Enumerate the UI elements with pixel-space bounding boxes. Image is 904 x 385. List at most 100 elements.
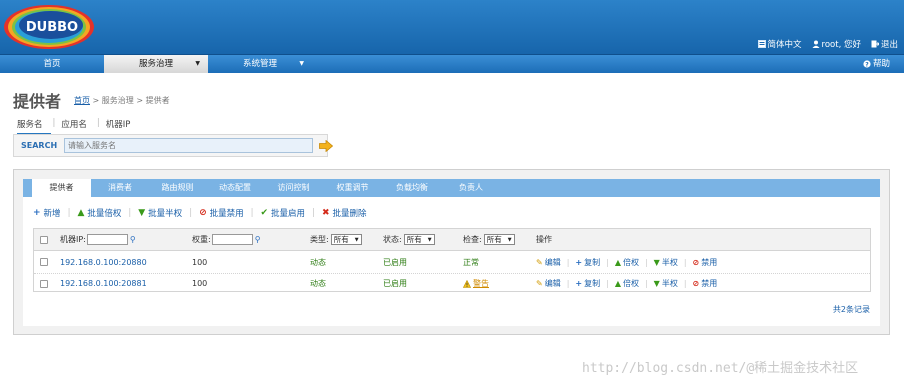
- search-icon[interactable]: ⚲: [130, 235, 136, 244]
- check-warning-link[interactable]: 警告: [473, 278, 489, 289]
- provider-address-link[interactable]: 192.168.0.100:20881: [60, 274, 147, 293]
- copy-button[interactable]: + 复制: [575, 257, 600, 268]
- disable-button-label: 禁用: [701, 279, 718, 288]
- delete-icon: ✖: [321, 208, 330, 218]
- tab-weights[interactable]: 权重调节: [323, 179, 382, 197]
- help-link[interactable]: ? 帮助: [863, 55, 890, 73]
- batch-double-weight-label: 批量倍权: [87, 209, 122, 219]
- batch-disable-label: 批量禁用: [209, 209, 244, 219]
- chevron-down-icon: ▼: [427, 236, 432, 243]
- type-filter-select[interactable]: 所有 ▼: [330, 234, 362, 245]
- nav-item-service-governance-label: 服务治理: [138, 59, 173, 69]
- dubbo-logo[interactable]: DUBBO: [3, 3, 99, 51]
- batch-delete-button[interactable]: ✖ 批量删除: [322, 207, 367, 219]
- divider: |: [644, 257, 648, 267]
- weight-filter-cell: 权重: ⚲: [192, 229, 261, 250]
- search-tab-application[interactable]: 应用名: [61, 118, 95, 135]
- logout-link[interactable]: 退出: [871, 38, 898, 50]
- disable-button-label: 禁用: [701, 257, 718, 267]
- arrow-up-icon: ▲: [614, 279, 621, 288]
- search-input[interactable]: [64, 138, 313, 153]
- nav-item-system-management[interactable]: 系统管理 ▼: [208, 55, 312, 73]
- copy-button[interactable]: + 复制: [575, 278, 600, 289]
- app-header: DUBBO 简体中文 root, 您好 退出: [0, 0, 904, 54]
- tab-load-balance[interactable]: 负载均衡: [382, 179, 442, 197]
- disable-button[interactable]: ⊘ 禁用: [693, 257, 718, 268]
- divider: |: [67, 208, 71, 218]
- provider-type: 动态: [310, 257, 326, 267]
- row-checkbox[interactable]: [40, 279, 48, 288]
- double-weight-button[interactable]: ▲ 倍权: [615, 257, 639, 268]
- divider: |: [644, 279, 648, 288]
- half-weight-button[interactable]: ▼ 半权: [654, 257, 678, 268]
- logout-icon: [871, 40, 879, 48]
- row-operations: ✎ 编辑 | + 复制 | ▲ 倍权 | ▼ 半权 | ⊘ 禁用: [536, 274, 717, 293]
- select-all-checkbox[interactable]: [40, 235, 48, 244]
- breadcrumb-home-link[interactable]: 首页: [74, 96, 90, 105]
- nav-item-home[interactable]: 首页: [0, 55, 104, 73]
- language-link[interactable]: 简体中文: [757, 38, 802, 50]
- edit-button[interactable]: ✎ 编辑: [536, 278, 561, 289]
- batch-enable-button[interactable]: ✔ 批量启用: [261, 207, 306, 219]
- double-weight-button[interactable]: ▲ 倍权: [615, 278, 639, 289]
- half-weight-button[interactable]: ▼ 半权: [654, 278, 678, 289]
- language-link-label: 简体中文: [767, 40, 802, 50]
- language-icon: [757, 40, 766, 48]
- provider-type: 动态: [310, 279, 326, 288]
- divider: |: [683, 279, 687, 288]
- plus-icon: +: [575, 257, 583, 267]
- divider: |: [312, 208, 315, 218]
- chevron-down-icon: ▼: [507, 236, 512, 243]
- provider-status: 已启用: [383, 257, 407, 267]
- status-filter-label: 状态:: [383, 235, 402, 244]
- weight-filter-input[interactable]: [211, 234, 253, 245]
- tab-providers[interactable]: 提供者: [32, 179, 91, 197]
- edit-button[interactable]: ✎ 编辑: [536, 257, 561, 268]
- tab-dynamic-config[interactable]: 动态配置: [206, 179, 264, 197]
- add-button-label: 新增: [43, 209, 61, 219]
- half-weight-label: 半权: [661, 279, 678, 288]
- row-operations: ✎ 编辑 | + 复制 | ▲ 倍权 | ▼ 半权 | ⊘ 禁用: [536, 251, 717, 273]
- watermark: http://blog.csdn.net/@稀土掘金技术社区: [582, 361, 859, 376]
- chevron-down-icon: ▼: [354, 236, 359, 243]
- nav-item-service-governance[interactable]: 服务治理 ▼: [104, 55, 208, 73]
- half-weight-label: 半权: [661, 257, 678, 267]
- tab-consumers[interactable]: 消费者: [91, 179, 149, 197]
- tab-access-control[interactable]: 访问控制: [264, 179, 323, 197]
- check-icon: ✔: [260, 208, 269, 218]
- ip-filter-label: 机器IP:: [60, 235, 86, 244]
- logout-link-label: 退出: [880, 40, 898, 50]
- tab-routes[interactable]: 路由规则: [149, 179, 206, 197]
- disable-button[interactable]: ⊘ 禁用: [693, 278, 718, 289]
- table-row: 192.168.0.100:20881 100 动态 已启用 警告 ✎ 编辑 | …: [34, 274, 870, 293]
- check-filter-select[interactable]: 所有 ▼: [483, 234, 515, 245]
- batch-half-weight-label: 批量半权: [148, 209, 183, 219]
- arrow-down-icon: ▼: [653, 279, 660, 288]
- plus-icon: +: [33, 208, 41, 218]
- batch-half-weight-button[interactable]: ▼ 批量半权: [138, 207, 182, 219]
- search-icon[interactable]: ⚲: [255, 235, 261, 244]
- search-tab-ip[interactable]: 机器IP: [106, 118, 139, 135]
- record-count: 共2条记录: [832, 305, 870, 314]
- table-row: 192.168.0.100:20880 100 动态 已启用 正常 ✎ 编辑 | …: [34, 251, 870, 274]
- provider-check: 警告: [463, 274, 489, 293]
- arrow-down-icon: ▼: [138, 208, 146, 218]
- batch-disable-button[interactable]: ⊘ 批量禁用: [199, 207, 244, 219]
- add-button[interactable]: + 新增: [33, 207, 61, 219]
- pencil-icon: ✎: [536, 279, 543, 288]
- user-greeting[interactable]: root, 您好: [812, 38, 861, 50]
- provider-address-link[interactable]: 192.168.0.100:20880: [60, 251, 147, 273]
- divider: |: [566, 257, 570, 267]
- status-filter-select[interactable]: 所有 ▼: [403, 234, 435, 245]
- search-tab-service[interactable]: 服务名: [17, 118, 51, 135]
- arrow-right-icon[interactable]: [319, 140, 333, 152]
- batch-double-weight-button[interactable]: ▲ 批量倍权: [77, 207, 121, 219]
- row-checkbox[interactable]: [40, 258, 48, 266]
- arrow-down-icon: ▼: [653, 257, 660, 267]
- nav-item-system-management-label: 系统管理: [242, 59, 277, 69]
- svg-text:?: ?: [865, 61, 869, 68]
- provider-weight: 100: [192, 279, 208, 288]
- tab-owners[interactable]: 负责人: [442, 179, 500, 197]
- ip-filter-input[interactable]: [86, 234, 128, 245]
- pencil-icon: ✎: [536, 257, 543, 267]
